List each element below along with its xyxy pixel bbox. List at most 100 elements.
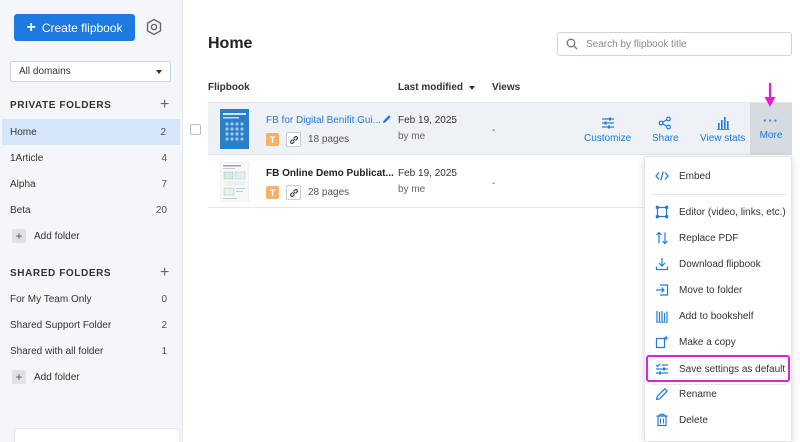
row-checkbox[interactable]: [190, 124, 201, 135]
menu-item-label: Save settings as default: [679, 363, 786, 375]
page-count: 18 pages: [308, 134, 350, 145]
menu-item-label: Embed: [679, 170, 711, 182]
menu-item-label: Move to folder: [679, 284, 743, 296]
folder-count: 1: [161, 345, 167, 357]
link-icon[interactable]: [286, 132, 301, 147]
settings-check-icon: [655, 363, 668, 375]
sidebar-item-shared-support-folder[interactable]: Shared Support Folder 2: [0, 312, 181, 338]
sidebar-item-beta[interactable]: Beta 20: [0, 197, 181, 223]
link-icon[interactable]: [286, 185, 301, 200]
flipbook-title-link[interactable]: FB Online Demo Publicat...: [266, 168, 394, 179]
folder-count: 2: [161, 319, 167, 331]
customize-label: Customize: [584, 133, 632, 144]
menu-item-label: Make a copy: [679, 336, 736, 348]
menu-item-replace-pdf[interactable]: Replace PDF: [645, 225, 793, 251]
menu-item-add-to-bookshelf[interactable]: Add to bookshelf: [645, 303, 793, 329]
menu-item-editor[interactable]: Editor (video, links, etc.): [645, 199, 793, 225]
menu-item-label: Replace PDF: [679, 232, 739, 244]
menu-item-label: Editor (video, links, etc.): [679, 206, 786, 218]
shared-folders-header: SHARED FOLDERS +: [10, 265, 170, 281]
modified-date: Feb 19, 2025: [398, 115, 457, 126]
customize-button[interactable]: Customize: [584, 116, 631, 144]
add-folder-label: Add folder: [34, 230, 80, 242]
download-icon: [655, 258, 669, 271]
bookshelf-icon: [656, 311, 668, 323]
add-shared-folder-icon[interactable]: +: [160, 265, 170, 281]
sidebar-item-1article[interactable]: 1Article 4: [0, 145, 181, 171]
gear-icon[interactable]: [145, 18, 163, 36]
menu-item-make-a-copy[interactable]: Make a copy: [645, 329, 793, 355]
sidebar-item-home[interactable]: Home 2: [2, 119, 180, 145]
move-to-folder-icon: [656, 284, 669, 296]
title-badge: T: [266, 133, 279, 146]
views-value: -: [492, 178, 496, 189]
create-flipbook-button[interactable]: + Create flipbook: [14, 14, 135, 41]
swap-vertical-icon: [656, 231, 668, 245]
menu-item-embed[interactable]: Embed: [645, 163, 793, 189]
menu-item-delete[interactable]: Delete: [645, 407, 793, 433]
folder-label: 1Article: [10, 152, 44, 164]
share-icon: [658, 116, 672, 130]
folder-label: Beta: [10, 204, 31, 216]
search-icon: [566, 38, 578, 50]
code-icon: [655, 171, 669, 181]
bar-chart-icon: [716, 117, 730, 130]
column-header-last-modified-label: Last modified: [398, 82, 464, 93]
flipbook-thumbnail[interactable]: [220, 109, 249, 149]
private-folders-header: PRIVATE FOLDERS +: [10, 97, 170, 113]
column-header-flipbook[interactable]: Flipbook: [208, 82, 250, 93]
plus-icon: +: [12, 229, 26, 243]
sort-caret-icon: [469, 85, 476, 90]
view-stats-button[interactable]: View stats: [700, 116, 745, 144]
modified-date: Feb 19, 2025: [398, 168, 457, 179]
sidebar-item-shared-with-all-folder[interactable]: Shared with all folder 1: [0, 338, 181, 364]
modified-by: by me: [398, 184, 426, 195]
column-header-last-modified[interactable]: Last modified: [398, 82, 476, 93]
caret-down-icon: [156, 69, 162, 74]
plus-icon: +: [12, 370, 26, 384]
folder-label: Shared with all folder: [10, 345, 104, 357]
view-stats-label: View stats: [700, 133, 746, 144]
flipbook-thumbnail[interactable]: [220, 162, 249, 202]
title-badge: T: [266, 186, 279, 199]
page-title: Home: [208, 35, 253, 52]
menu-item-label: Delete: [679, 414, 708, 426]
table-row[interactable]: FB for Digital Benifit Gui... T 18 pages…: [208, 103, 792, 155]
views-value: -: [492, 125, 496, 136]
pencil-icon[interactable]: [382, 114, 392, 124]
more-menu: Embed Editor (video, links, etc.) Replac…: [644, 156, 792, 442]
menu-item-label: Download flipbook: [679, 258, 761, 270]
domain-select-value: All domains: [19, 66, 71, 77]
domain-select[interactable]: All domains: [10, 61, 171, 82]
folder-label: For My Team Only: [10, 293, 92, 305]
add-shared-folder-button[interactable]: + Add folder: [12, 370, 80, 384]
private-folders-title: PRIVATE FOLDERS: [10, 99, 112, 111]
menu-item-label: Rename: [679, 388, 717, 400]
menu-item-move-to-folder[interactable]: Move to folder: [645, 277, 793, 303]
search-box[interactable]: [557, 32, 792, 56]
annotation-arrow-icon: [764, 83, 776, 107]
add-folder-label: Add folder: [34, 371, 80, 383]
sliders-icon: [601, 117, 614, 129]
sidebar-item-for-my-team-only[interactable]: For My Team Only 0: [0, 286, 181, 312]
modified-by: by me: [398, 131, 426, 142]
menu-item-download-flipbook[interactable]: Download flipbook: [645, 251, 793, 277]
column-header-views: Views: [492, 82, 521, 93]
shared-folders-title: SHARED FOLDERS: [10, 267, 112, 279]
share-label: Share: [652, 133, 679, 144]
sidebar-item-alpha[interactable]: Alpha 7: [0, 171, 181, 197]
copy-icon: [655, 335, 669, 349]
flipbook-title-link[interactable]: FB for Digital Benifit Gui...: [266, 115, 381, 126]
folder-count: 4: [161, 152, 167, 164]
add-private-folder-button[interactable]: + Add folder: [12, 229, 80, 243]
folder-count: 20: [155, 204, 167, 216]
add-private-folder-icon[interactable]: +: [160, 97, 170, 113]
search-input[interactable]: [586, 38, 776, 50]
share-button[interactable]: Share: [652, 116, 679, 144]
sidebar: + Create flipbook All domains PRIVATE FO…: [0, 0, 183, 442]
menu-item-save-settings-as-default[interactable]: Save settings as default: [645, 356, 793, 382]
more-button[interactable]: ··· More: [750, 103, 792, 155]
menu-item-rename[interactable]: Rename: [645, 381, 793, 407]
plus-icon: +: [26, 18, 36, 36]
folder-count: 0: [161, 293, 167, 305]
